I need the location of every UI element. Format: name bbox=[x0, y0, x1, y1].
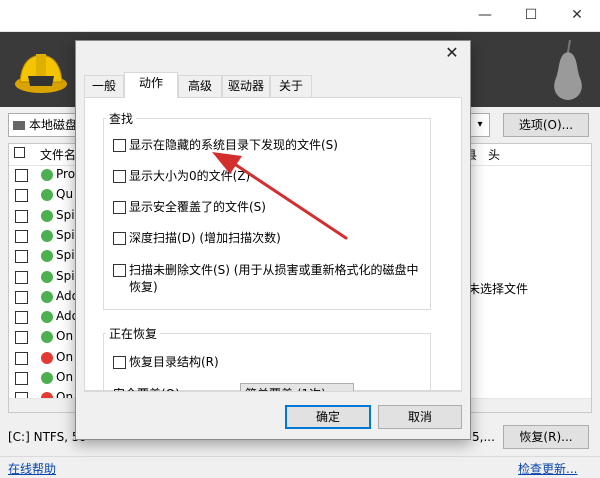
row-filename: Spi bbox=[56, 207, 75, 222]
option-label: 恢复目录结构(R) bbox=[129, 355, 219, 369]
row-checkbox[interactable] bbox=[15, 209, 28, 223]
row-filename: On bbox=[56, 370, 74, 384]
maximize-button[interactable]: ☐ bbox=[508, 0, 554, 30]
find-group-title: 查找 bbox=[106, 110, 137, 127]
drive-selector[interactable]: 本地磁盘 bbox=[8, 113, 78, 137]
column-header-col3[interactable]: 头 bbox=[488, 146, 500, 163]
column-header-name[interactable]: 文件名 bbox=[40, 146, 76, 163]
option-label: 显示安全覆盖了的文件(S) bbox=[129, 200, 266, 214]
drive-icon bbox=[13, 121, 25, 130]
row-filename: On bbox=[56, 349, 74, 364]
table-row[interactable]: On bbox=[10, 369, 80, 389]
option-show-zero-size[interactable]: 显示大小为0的文件(Z) bbox=[113, 168, 433, 186]
checkbox[interactable] bbox=[113, 356, 126, 369]
row-checkbox[interactable] bbox=[15, 351, 28, 365]
checkbox[interactable] bbox=[113, 170, 126, 183]
option-restore-dir-structure[interactable]: 恢复目录结构(R) bbox=[113, 354, 433, 372]
option-scan-undeleted[interactable]: 扫描未删除文件(S) (用于从损害或重新格式化的磁盘中恢复) bbox=[113, 262, 433, 298]
tab-actions[interactable]: 动作 bbox=[124, 72, 178, 98]
table-row[interactable]: On bbox=[10, 349, 80, 369]
empty-message: 未选择文件 bbox=[468, 282, 529, 296]
row-checkbox[interactable] bbox=[15, 250, 28, 264]
status-green-icon bbox=[41, 290, 53, 303]
option-label: 深度扫描(D) (增加扫描次数) bbox=[129, 231, 281, 245]
options-button[interactable]: 选项(O)... bbox=[503, 113, 589, 137]
checkbox[interactable] bbox=[113, 232, 126, 245]
status-green-icon bbox=[41, 229, 53, 242]
row-checkbox[interactable] bbox=[15, 169, 28, 182]
tab-general[interactable]: 一般 bbox=[84, 75, 124, 97]
status-green-icon bbox=[41, 331, 53, 344]
table-row[interactable]: Ado bbox=[10, 288, 80, 308]
ok-button[interactable]: 确定 bbox=[285, 405, 371, 429]
recover-group-title: 正在恢复 bbox=[106, 325, 161, 342]
pear-logo-icon bbox=[554, 39, 582, 100]
status-green-icon bbox=[41, 189, 53, 202]
row-filename: Spi bbox=[56, 268, 75, 283]
checkbox[interactable] bbox=[113, 264, 126, 277]
tab-about[interactable]: 关于 bbox=[270, 75, 312, 97]
option-show-overwritten[interactable]: 显示安全覆盖了的文件(S) bbox=[113, 199, 433, 217]
status-green-icon bbox=[41, 270, 53, 283]
option-label: 显示大小为0的文件(Z) bbox=[129, 169, 251, 183]
footer-bar bbox=[0, 456, 600, 478]
row-filename: Spi bbox=[56, 248, 75, 263]
row-checkbox[interactable] bbox=[15, 229, 28, 243]
row-checkbox[interactable] bbox=[15, 189, 28, 203]
checkbox[interactable] bbox=[113, 201, 126, 214]
row-filename: Spi bbox=[56, 227, 75, 242]
table-row[interactable]: Spi bbox=[10, 268, 80, 288]
row-filename: Pro bbox=[56, 167, 76, 181]
table-row[interactable]: Qu bbox=[10, 186, 80, 206]
row-checkbox[interactable] bbox=[15, 372, 28, 385]
option-label: 显示在隐藏的系统目录下发现的文件(S) bbox=[129, 138, 338, 152]
tab-advanced[interactable]: 高级 bbox=[178, 75, 222, 97]
option-deep-scan[interactable]: 深度扫描(D) (增加扫描次数) bbox=[113, 230, 433, 248]
table-row[interactable]: On bbox=[10, 328, 80, 348]
hardhat-logo-icon bbox=[15, 54, 67, 93]
select-all-checkbox[interactable] bbox=[14, 147, 25, 158]
row-checkbox[interactable] bbox=[15, 311, 28, 325]
status-green-icon bbox=[41, 372, 53, 384]
dialog-close-button[interactable]: ✕ bbox=[440, 43, 464, 63]
recover-button[interactable]: 恢复(R)... bbox=[503, 425, 589, 449]
row-checkbox[interactable] bbox=[15, 270, 28, 284]
option-label: 扫描未删除文件(S) (用于从损害或重新格式化的磁盘中恢复) bbox=[129, 263, 419, 294]
cancel-button[interactable]: 取消 bbox=[378, 405, 462, 429]
close-button[interactable]: ✕ bbox=[554, 0, 600, 30]
option-show-hidden-system[interactable]: 显示在隐藏的系统目录下发现的文件(S) bbox=[113, 137, 433, 155]
row-checkbox[interactable] bbox=[15, 331, 28, 345]
check-updates-link[interactable]: 检查更新... bbox=[518, 460, 577, 477]
status-green-icon bbox=[41, 209, 53, 222]
row-checkbox[interactable] bbox=[15, 290, 28, 304]
status-green-icon bbox=[41, 250, 53, 263]
table-row[interactable]: Ado bbox=[10, 308, 80, 328]
table-row[interactable]: Spi bbox=[10, 227, 80, 247]
row-filename: On bbox=[56, 329, 74, 344]
tab-drives[interactable]: 驱动器 bbox=[222, 75, 270, 97]
table-row[interactable]: Spi bbox=[10, 207, 80, 227]
minimize-button[interactable]: — bbox=[462, 0, 508, 30]
status-green-icon bbox=[41, 169, 53, 181]
status-red-icon bbox=[41, 351, 53, 364]
online-help-link[interactable]: 在线帮助 bbox=[8, 460, 56, 477]
row-filename: Qu bbox=[56, 187, 74, 202]
checkbox[interactable] bbox=[113, 139, 126, 152]
status-green-icon bbox=[41, 311, 53, 324]
drive-label: 本地磁盘 bbox=[29, 118, 78, 132]
table-row[interactable]: Spi bbox=[10, 247, 80, 267]
chevron-down-icon[interactable]: ▾ bbox=[470, 113, 490, 137]
status-tail: 5,... bbox=[472, 430, 495, 444]
table-row[interactable]: Pro bbox=[10, 166, 80, 186]
